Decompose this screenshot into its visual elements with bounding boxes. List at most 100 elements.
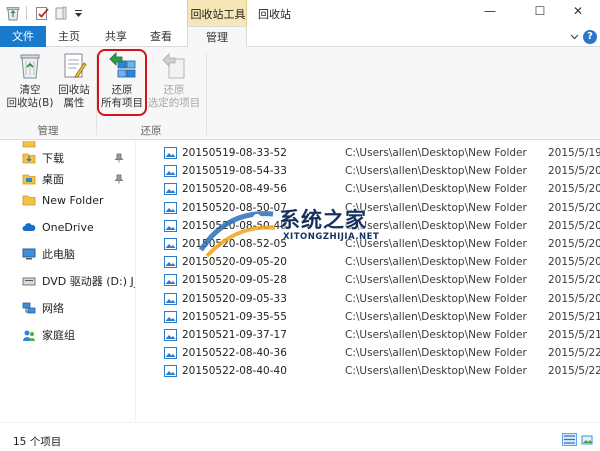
recycle-bin-properties-icon bbox=[59, 51, 89, 81]
file-date-deleted: 2015/5/21 bbox=[548, 310, 600, 323]
nav-item-desktop[interactable]: 桌面 bbox=[22, 170, 135, 188]
nav-item-downloads[interactable]: 下载 bbox=[22, 149, 135, 167]
large-icons-view-button[interactable] bbox=[579, 433, 594, 446]
file-row[interactable]: 20150519-08-33-52 C:\Users\allen\Desktop\… bbox=[137, 144, 600, 162]
nav-item-label: DVD 驱动器 (D:) J_C bbox=[42, 275, 135, 288]
file-original-location: C:\Users\allen\Desktop\New Folder bbox=[345, 274, 527, 287]
restore-selected-items-button[interactable]: 还原 选定的项目 bbox=[146, 51, 202, 117]
file-name: 20150519-08-33-52 bbox=[182, 147, 287, 159]
file-date-deleted: 2015/5/20 bbox=[548, 274, 600, 287]
file-original-location: C:\Users\allen\Desktop\New Folder bbox=[345, 183, 527, 196]
watermark: 系统之家 XITONGZHIJIA.NET bbox=[197, 200, 397, 260]
nav-item-label: 桌面 bbox=[42, 173, 64, 186]
file-original-location: C:\Users\allen\Desktop\New Folder bbox=[345, 310, 527, 323]
watermark-logo-icon bbox=[198, 211, 276, 258]
nav-item-label: 网络 bbox=[42, 302, 64, 315]
tab-file[interactable]: 文件 bbox=[0, 26, 46, 47]
file-date-deleted: 2015/5/20 bbox=[548, 238, 600, 250]
nav-item-onedrive[interactable]: OneDrive bbox=[22, 218, 135, 236]
file-date-deleted: 2015/5/22 bbox=[548, 365, 600, 378]
properties-check-icon[interactable] bbox=[33, 3, 51, 23]
file-date-deleted: 2015/5/20 bbox=[548, 292, 600, 305]
watermark-title: 系统之家 bbox=[279, 208, 367, 232]
file-row[interactable]: 20150520-08-49-56 C:\Users\allen\Desktop\… bbox=[137, 180, 600, 198]
file-name: 20150522-08-40-40 bbox=[182, 365, 287, 378]
minimize-icon: — bbox=[484, 4, 496, 18]
image-file-icon bbox=[164, 183, 177, 196]
nav-item-new-folder[interactable]: New Folder bbox=[22, 191, 135, 209]
nav-item-network[interactable]: 网络 bbox=[22, 299, 135, 317]
empty-recycle-bin-icon bbox=[15, 51, 45, 81]
close-button[interactable]: ✕ bbox=[556, 0, 600, 22]
file-row[interactable]: 20150520-09-05-28 C:\Users\allen\Desktop\… bbox=[137, 271, 600, 289]
file-name: 20150521-09-37-17 bbox=[182, 329, 287, 341]
file-row[interactable]: 20150519-08-54-33 C:\Users\allen\Desktop\… bbox=[137, 162, 600, 180]
file-row[interactable]: 20150520-09-05-33 C:\Users\allen\Desktop\… bbox=[137, 290, 600, 308]
image-file-icon bbox=[164, 201, 177, 214]
contextual-tab-group: 回收站工具 bbox=[187, 0, 247, 26]
nav-item-label: OneDrive bbox=[42, 220, 94, 234]
file-original-location: C:\Users\allen\Desktop\New Folder bbox=[345, 329, 527, 341]
nav-item-this-pc[interactable]: 此电脑 bbox=[22, 245, 135, 263]
explorer-window: 回收站工具 回收站 — ☐ ✕ 文件 主页 共享 查看 管理 ? 清空 回收站(… bbox=[0, 0, 600, 451]
desktop-folder-icon bbox=[22, 174, 36, 185]
minimize-button[interactable]: — bbox=[468, 0, 512, 22]
tab-view[interactable]: 查看 bbox=[140, 26, 182, 47]
empty-recycle-bin-button[interactable]: 清空 回收站(B) bbox=[6, 51, 54, 117]
file-row[interactable]: 20150522-08-40-36 C:\Users\allen\Desktop\… bbox=[137, 344, 600, 362]
help-icon[interactable]: ? bbox=[583, 30, 597, 44]
properties-label-2: 属性 bbox=[63, 97, 85, 109]
nav-item-homegroup[interactable]: 家庭组 bbox=[22, 326, 135, 344]
image-file-icon bbox=[164, 238, 177, 250]
this-pc-icon bbox=[22, 248, 36, 260]
image-file-icon bbox=[164, 310, 177, 323]
tab-home[interactable]: 主页 bbox=[48, 26, 90, 47]
new-folder-qat-icon[interactable] bbox=[53, 3, 69, 23]
file-date-deleted: 2015/5/20 bbox=[548, 165, 600, 178]
chevron-down-icon bbox=[570, 34, 578, 40]
file-original-location: C:\Users\allen\Desktop\New Folder bbox=[345, 365, 527, 378]
file-original-location: C:\Users\allen\Desktop\New Folder bbox=[345, 165, 527, 178]
tab-share[interactable]: 共享 bbox=[95, 26, 137, 47]
file-name: 20150519-08-54-33 bbox=[182, 165, 287, 178]
folder-icon bbox=[22, 195, 36, 206]
file-row[interactable]: 20150521-09-37-17 C:\Users\allen\Desktop\… bbox=[137, 326, 600, 344]
contextual-tool-group-label: 回收站工具 bbox=[190, 8, 246, 21]
empty-recycle-bin-label-2: 回收站(B) bbox=[6, 97, 54, 109]
details-view-button[interactable] bbox=[562, 433, 577, 446]
collapse-ribbon-button[interactable] bbox=[568, 31, 580, 43]
properties-label-1: 回收站 bbox=[58, 84, 90, 96]
tab-manage[interactable]: 管理 bbox=[187, 26, 247, 48]
file-original-location: C:\Users\allen\Desktop\New Folder bbox=[345, 347, 527, 360]
network-icon bbox=[22, 302, 36, 313]
restore-selected-label-2: 选定的项目 bbox=[147, 97, 201, 109]
image-file-icon bbox=[164, 274, 177, 287]
restore-selected-icon bbox=[159, 51, 189, 81]
item-count: 15 个项目 bbox=[13, 436, 62, 448]
nav-item-label: 此电脑 bbox=[42, 248, 75, 261]
file-row[interactable]: 20150521-09-35-55 C:\Users\allen\Desktop\… bbox=[137, 308, 600, 326]
dvd-drive-icon bbox=[22, 277, 36, 286]
file-row[interactable]: 20150522-08-40-40 C:\Users\allen\Desktop\… bbox=[137, 362, 600, 380]
homegroup-icon bbox=[23, 330, 35, 341]
file-name: 20150522-08-40-36 bbox=[182, 347, 287, 360]
image-file-icon bbox=[164, 165, 177, 178]
file-date-deleted: 2015/5/22 bbox=[548, 347, 600, 360]
file-date-deleted: 2015/5/20 bbox=[548, 201, 600, 214]
close-icon: ✕ bbox=[572, 4, 584, 18]
customize-qat-icon[interactable] bbox=[71, 3, 85, 23]
recycle-bin-properties-button[interactable]: 回收站 属性 bbox=[50, 51, 98, 117]
recycle-bin-app-icon[interactable] bbox=[4, 3, 22, 23]
file-date-deleted: 2015/5/21 bbox=[548, 329, 600, 341]
nav-item-dvd-drive[interactable]: DVD 驱动器 (D:) J_C bbox=[22, 272, 135, 290]
file-list: 20150519-08-33-52 C:\Users\allen\Desktop\… bbox=[137, 141, 600, 422]
watermark-subtitle: XITONGZHIJIA.NET bbox=[283, 232, 380, 242]
window-title: 回收站 bbox=[258, 8, 291, 21]
image-file-icon bbox=[164, 292, 177, 305]
file-date-deleted: 2015/5/20 bbox=[548, 219, 600, 232]
maximize-icon: ☐ bbox=[534, 4, 546, 18]
file-name: 20150520-09-05-28 bbox=[182, 274, 287, 287]
image-file-icon bbox=[164, 365, 177, 378]
nav-item-label: 家庭组 bbox=[42, 329, 75, 342]
file-name: 20150520-09-05-33 bbox=[182, 292, 287, 305]
